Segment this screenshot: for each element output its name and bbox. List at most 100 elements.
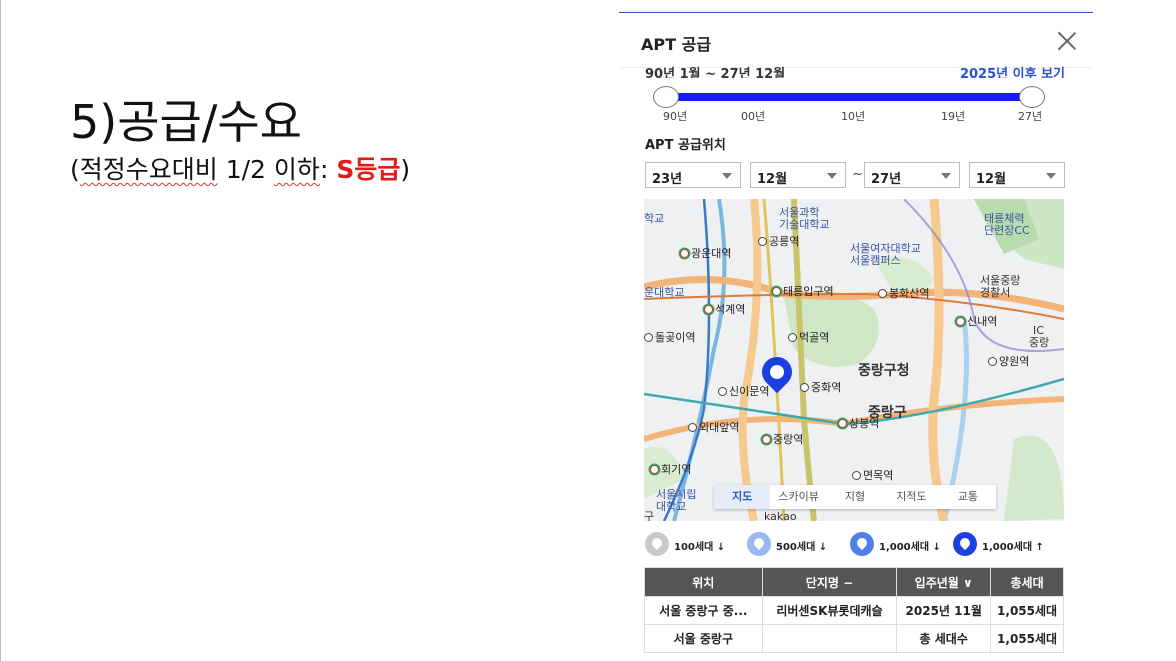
station-gwangun[interactable]: 광운대역 — [680, 245, 731, 261]
station-oedae[interactable]: 외대앞역 — [688, 419, 739, 435]
station-myeonmok[interactable]: 면목역 — [852, 467, 893, 483]
pin-icon-gray — [645, 532, 669, 556]
map-label-gu: 구 — [644, 510, 655, 522]
period-row: 90년 1월 ~ 27년 12월 2025년 이후 보기 — [645, 60, 1065, 78]
map-label-jungnang-ic: 중랑 — [1029, 336, 1050, 349]
supply-location-label: APT 공급위치 — [645, 138, 726, 153]
pin-shape — [649, 535, 665, 551]
end-year-select[interactable]: 27년 — [864, 162, 960, 188]
cell-complex-name: 리버센SK뷰롯데캐슬 — [761, 596, 898, 625]
legend-label: 1,000세대 ↓ — [879, 542, 941, 553]
map-tab-terrain[interactable]: 지형 — [827, 485, 883, 509]
map-label-womens-univ: 서울여자대학교 서울캠퍼스 — [850, 242, 921, 267]
map-label-univ-left: 운대학교 — [644, 286, 685, 299]
apt-supply-panel: APT 공급 90년 1월 ~ 27년 12월 2025년 이후 보기 90년 … — [619, 12, 1093, 661]
cell-move-in-date: 2025년 11월 — [896, 596, 992, 625]
station-jungnang[interactable]: 중랑역 — [762, 431, 803, 447]
map-label-seoulsi-univ: 서울시립 대학교 — [656, 488, 697, 513]
slider-tick: 00년 — [741, 110, 766, 123]
slider-tick: 27년 — [1018, 110, 1043, 123]
map-tab-map[interactable]: 지도 — [714, 485, 771, 509]
station-junghwa[interactable]: 중화역 — [800, 379, 841, 395]
slider-end-handle[interactable] — [1019, 86, 1045, 108]
pin-shape — [854, 535, 870, 551]
cell-complex-name — [761, 624, 898, 653]
cell-location: 서울 중랑구 — [644, 624, 763, 653]
pin-icon-lightblue — [747, 532, 771, 556]
pin-icon-blue — [850, 532, 874, 556]
station-taereung-ipgu[interactable]: 태릉입구역 — [772, 283, 834, 299]
map-view[interactable]: 서울과학 기술대학교 태릉체력 단련장CC 서울여자대학교 서울캠퍼스 서울중랑… — [644, 199, 1064, 521]
map-label-taereung: 태릉체력 단련장CC — [984, 212, 1030, 237]
start-month-select[interactable]: 12월 — [750, 162, 846, 188]
map-type-tabs: 지도 스카이뷰 지형 지적도 교통 — [714, 485, 996, 509]
map-label-school-left: 학교 — [644, 212, 665, 225]
slider-tick: 10년 — [841, 110, 866, 123]
col-total-households[interactable]: 총세대 — [990, 567, 1064, 597]
subtitle-paren-open: ( — [70, 155, 80, 184]
end-month-select[interactable]: 12월 — [969, 162, 1065, 188]
table-header-row: 위치 단지명 − 입주년월 ∨ 총세대 — [644, 567, 1064, 597]
chevron-down-icon — [941, 173, 951, 179]
slider-tick: 90년 — [663, 110, 688, 123]
col-move-in-date[interactable]: 입주년월 ∨ — [896, 567, 992, 597]
chevron-down-icon — [722, 173, 732, 179]
legend-label: 100세대 ↓ — [674, 542, 726, 553]
panel-title: APT 공급 — [641, 35, 712, 54]
map-label-kakao: kakao — [764, 510, 797, 522]
station-seokgye[interactable]: 석계역 — [704, 301, 745, 317]
slider-track[interactable] — [665, 93, 1033, 101]
station-yangwon[interactable]: 양원역 — [988, 353, 1029, 369]
subtitle-ratio: 1/2 — [217, 155, 274, 184]
slider-start-handle[interactable] — [653, 86, 679, 108]
supply-table: 위치 단지명 − 입주년월 ∨ 총세대 서울 중랑구 중... 리버센SK뷰롯데… — [644, 567, 1064, 653]
chevron-down-icon — [1046, 173, 1056, 179]
station-bonghwasan[interactable]: 봉화산역 — [878, 285, 929, 301]
cell-total-label: 총 세대수 — [896, 624, 992, 653]
view-after-2025-link[interactable]: 2025년 이후 보기 — [960, 63, 1065, 78]
household-legend: 100세대 ↓ 500세대 ↓ 1,000세대 ↓ 1,000세대 ↑ — [645, 532, 1075, 556]
cell-households: 1,055세대 — [990, 596, 1064, 625]
table-row[interactable]: 서울 중랑구 중... 리버센SK뷰롯데캐슬 2025년 11월 1,055세대 — [644, 596, 1064, 625]
slide-title: 5)공급/수요 — [70, 95, 302, 149]
slider-tick: 19년 — [941, 110, 966, 123]
subtitle-grade: S등급 — [336, 155, 401, 184]
pin-center — [770, 365, 784, 379]
station-gongneung[interactable]: 공릉역 — [758, 233, 799, 249]
col-location[interactable]: 위치 — [644, 567, 763, 597]
col-complex-name[interactable]: 단지명 − — [761, 567, 898, 597]
map-tab-traffic[interactable]: 교통 — [940, 485, 996, 509]
slide-subtitle: (적정수요대비 1/2 이하: S등급) — [70, 150, 410, 186]
subtitle-paren-close: ) — [400, 155, 411, 184]
subtitle-main: 적정수요대비 — [79, 155, 218, 184]
map-label-police: 서울중랑 경찰서 — [980, 274, 1021, 299]
station-sinimun[interactable]: 신이문역 — [718, 383, 769, 399]
slide-border — [0, 0, 1, 661]
subtitle-colon: : — [319, 155, 337, 184]
chevron-down-icon — [827, 173, 837, 179]
station-sinnae[interactable]: 신내역 — [956, 313, 997, 329]
station-meokgol[interactable]: 먹골역 — [788, 329, 829, 345]
end-year-value: 27년 — [871, 172, 902, 187]
map-tab-cadastral[interactable]: 지적도 — [883, 485, 939, 509]
start-month-value: 12월 — [757, 172, 788, 187]
subtitle-word: 이하 — [273, 155, 320, 184]
map-label-univ-science: 서울과학 기술대학교 — [779, 206, 830, 231]
station-sangbong[interactable]: 상봉역 — [838, 415, 879, 431]
slider-ticks: 90년 00년 10년 19년 27년 — [645, 108, 1065, 124]
table-total-row: 서울 중랑구 총 세대수 1,055세대 — [644, 624, 1064, 653]
legend-label: 500세대 ↓ — [776, 542, 828, 553]
period-selects: 23년 12월 ~ 27년 12월 — [645, 162, 1065, 188]
close-icon[interactable] — [1055, 29, 1079, 53]
pin-shape — [751, 535, 767, 551]
pin-icon-darkblue — [953, 532, 977, 556]
year-range-slider[interactable] — [653, 86, 1045, 108]
cell-households: 1,055세대 — [990, 624, 1064, 653]
period-range-text: 90년 1월 ~ 27년 12월 — [645, 67, 786, 78]
legend-label: 1,000세대 ↑ — [982, 542, 1044, 553]
station-hoegi[interactable]: 회기역 — [650, 461, 691, 477]
start-year-select[interactable]: 23년 — [645, 162, 741, 188]
station-dolgoji[interactable]: 돌곶이역 — [644, 329, 695, 345]
pin-shape — [957, 535, 973, 551]
map-tab-skyview[interactable]: 스카이뷰 — [770, 485, 826, 509]
